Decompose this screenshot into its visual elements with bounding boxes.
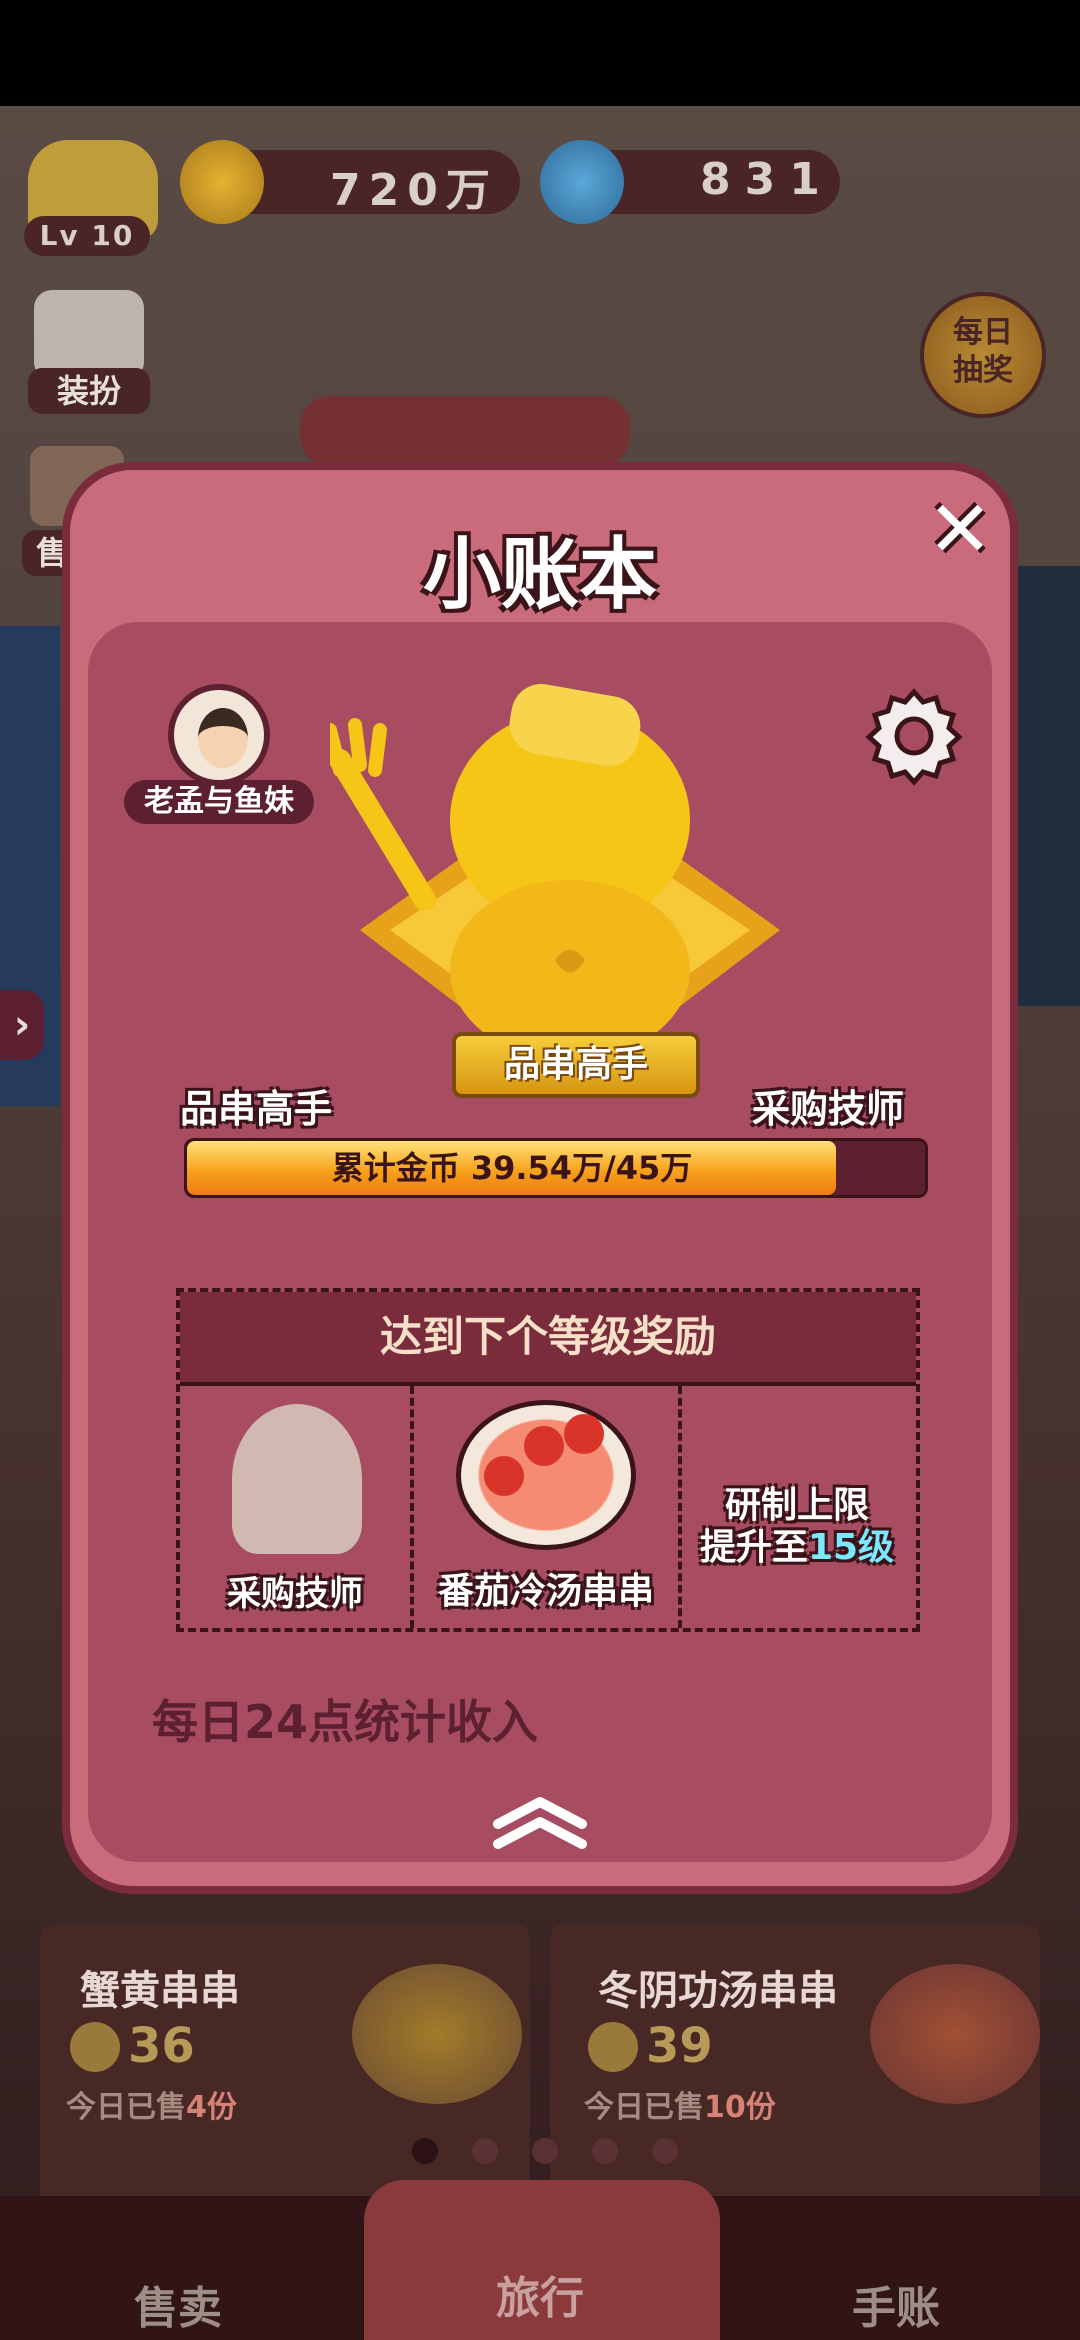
button-currency-icon xyxy=(540,140,624,224)
page-dot[interactable] xyxy=(592,2138,618,2164)
rank-badge-label: 品串高手 xyxy=(452,1032,700,1098)
settings-gear-icon[interactable] xyxy=(862,684,966,788)
food-card-title: 冬阴功汤串串 xyxy=(598,1968,838,2014)
rank-statue-icon xyxy=(232,1404,362,1554)
reward-rank-label: 采购技师 xyxy=(227,1574,363,1614)
tomato-ball-icon xyxy=(484,1456,524,1496)
chevron-up-icon[interactable] xyxy=(490,1790,590,1850)
food-card-sold: 今日已售10份 xyxy=(584,2090,776,2125)
costume-button[interactable]: 装扮 xyxy=(28,368,150,414)
profile-avatar[interactable] xyxy=(168,684,270,786)
profile-name: 老孟与鱼妹 xyxy=(124,780,314,824)
food-card-sold: 今日已售4份 xyxy=(66,2090,237,2125)
page-dot[interactable] xyxy=(652,2138,678,2164)
page-dot[interactable] xyxy=(472,2138,498,2164)
reward-limit-line2: 提升至15级 xyxy=(699,1527,895,1568)
reward-cell-limit[interactable]: 研制上限 提升至15级 xyxy=(682,1386,916,1628)
status-bar xyxy=(0,0,1080,106)
rewards-header: 达到下个等级奖励 xyxy=(180,1292,916,1386)
current-rank-label: 品串高手 xyxy=(180,1087,333,1131)
level-badge: Lv 10 xyxy=(24,216,150,256)
nav-sell-tab[interactable]: 售卖 xyxy=(134,2272,222,2336)
nav-travel-tab[interactable]: 旅行 xyxy=(496,2262,584,2326)
avatar-face xyxy=(198,708,248,768)
rank-trophy-image xyxy=(323,670,810,1090)
daily-stats-note: 每日24点统计收入 xyxy=(152,1695,539,1749)
coins-value: 720万 xyxy=(330,165,498,216)
page-indicator xyxy=(412,2138,682,2164)
gold-coin-icon xyxy=(180,140,264,224)
next-rank-label: 采购技师 xyxy=(752,1087,905,1131)
coin-icon xyxy=(588,2022,638,2072)
reward-dish-label: 番茄冷汤串串 xyxy=(437,1571,654,1612)
page-dot[interactable] xyxy=(532,2138,558,2164)
next-level-rewards: 达到下个等级奖励 采购技师 番茄冷汤串串 研制上限 提升至15级 xyxy=(176,1288,920,1632)
food-card-title: 蟹黄串串 xyxy=(80,1968,240,2014)
tomato-soup-dish-icon xyxy=(456,1400,636,1550)
food-bowl-image xyxy=(870,1964,1040,2104)
chevron-right-icon[interactable]: › xyxy=(0,990,44,1060)
nav-journal-tab[interactable]: 手账 xyxy=(852,2272,940,2336)
progress-text: 累计金币 39.54万/45万 xyxy=(331,1149,693,1187)
food-card-price: 36 xyxy=(128,2018,195,2074)
buttons-value: 831 xyxy=(700,154,834,205)
reward-limit-highlight: 15级 xyxy=(807,1527,895,1568)
tomato-ball-icon xyxy=(564,1414,604,1454)
page-dot-active[interactable] xyxy=(412,2138,438,2164)
close-button[interactable]: ✕ xyxy=(920,490,1000,570)
modal-title: 小账本 xyxy=(422,530,657,620)
reward-cell-rank[interactable]: 采购技师 xyxy=(180,1386,414,1628)
reward-cell-dish[interactable]: 番茄冷汤串串 xyxy=(414,1386,682,1628)
coin-icon xyxy=(70,2022,120,2072)
tomato-ball-icon xyxy=(524,1426,564,1466)
coin-progress-bar: 累计金币 39.54万/45万 xyxy=(184,1138,928,1198)
costume-icon[interactable] xyxy=(34,290,144,380)
daily-lottery-label: 每日 抽奖 xyxy=(953,315,1013,388)
food-card-price: 39 xyxy=(646,2018,713,2074)
food-bowl-image xyxy=(352,1964,522,2104)
